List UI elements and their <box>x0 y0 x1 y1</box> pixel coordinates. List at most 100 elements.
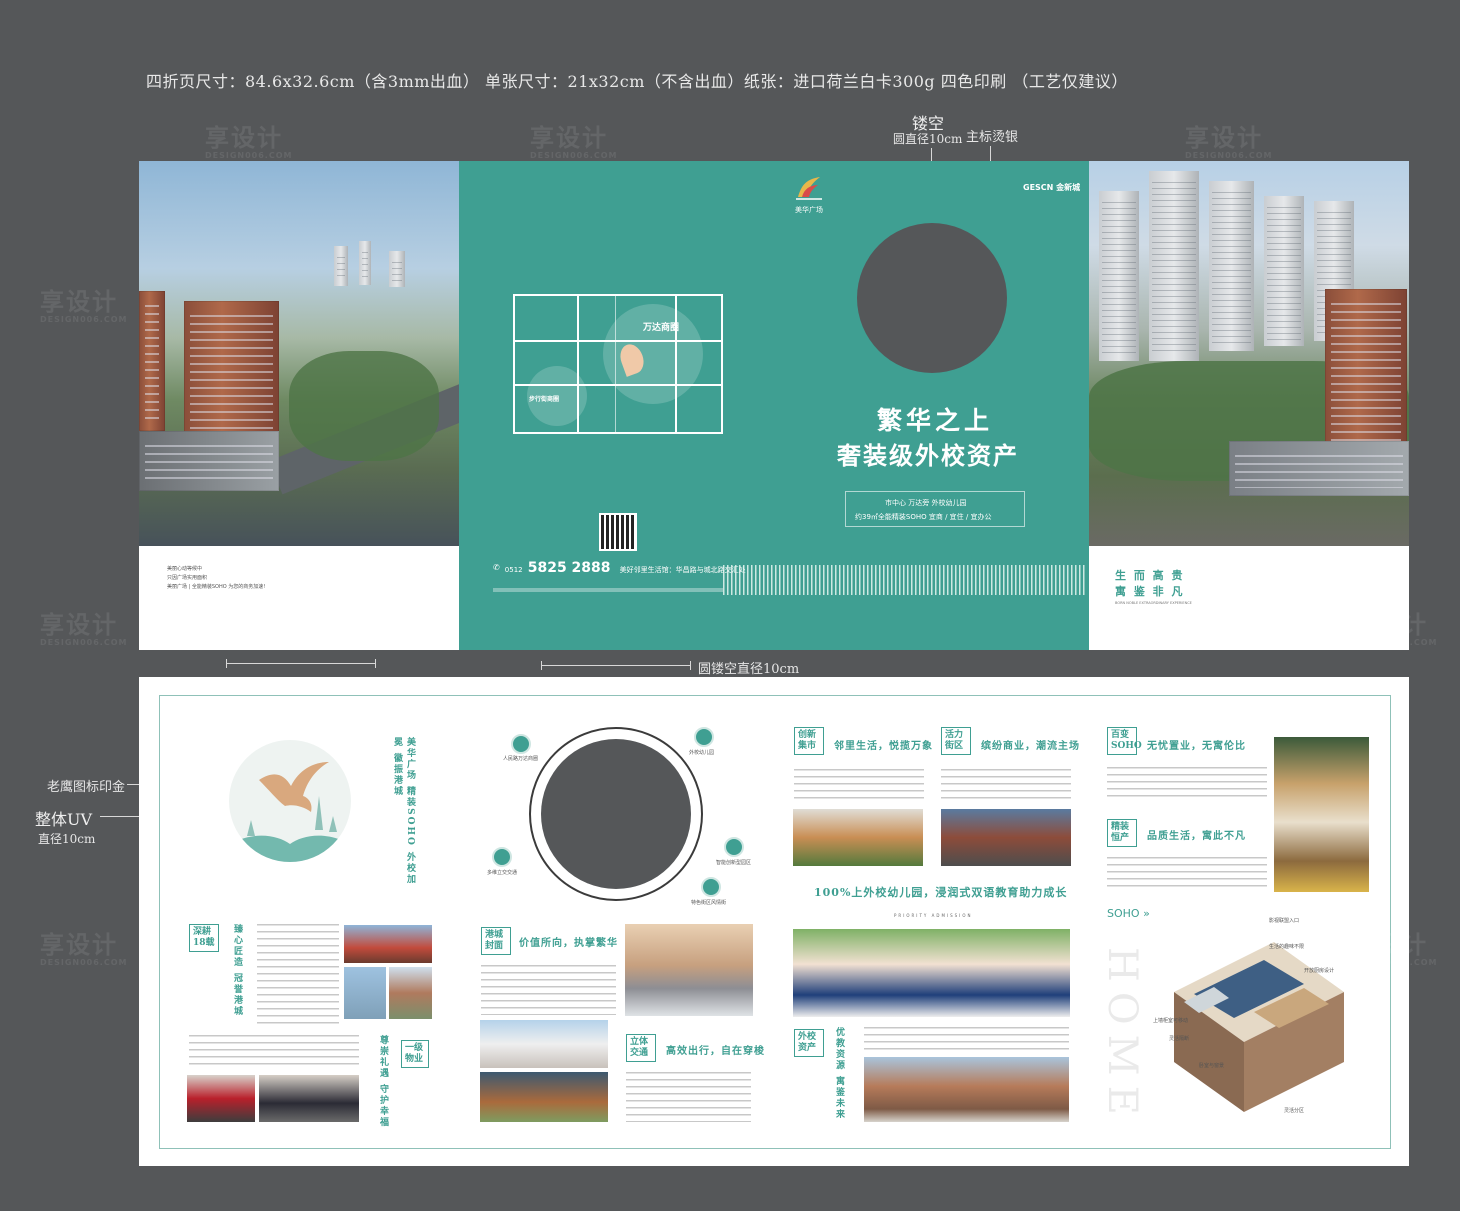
photo-staff <box>187 1075 255 1122</box>
paragraph <box>1107 767 1267 802</box>
photo-mall <box>480 1020 608 1068</box>
watermark: 享设计DESIGN006.COM <box>40 611 128 647</box>
vertical-g: 优教资源 寓鉴未来 <box>834 1027 844 1121</box>
vertical-slogan-1: 美华广场 精装SOHO 外校加冕 徽振港城 <box>392 737 415 885</box>
project-logo: 美华广场 <box>789 175 829 221</box>
outer-right-panel: 生 而 高 贵 寓 鉴 非 凡 BORN NOBLE EXTRAORDINARY… <box>1089 161 1409 650</box>
photo-highspeed-train <box>625 924 753 1016</box>
heading-education: 100%上外校幼儿园，浸润式双语教育助力成长 <box>814 886 1068 899</box>
icon-label: 智能创新型园区 <box>716 860 752 866</box>
aerial-photo-left <box>139 161 459 546</box>
badge-wuye: 一级物业 <box>401 1040 429 1068</box>
phone-icon: ✆ <box>493 563 500 572</box>
paragraph <box>481 965 616 1015</box>
photo-night-street <box>941 809 1071 866</box>
annotation-uv: 整体UV <box>35 810 93 829</box>
annotation-round-hollow: 圆镂空直径10cm <box>698 662 800 677</box>
photo-tower <box>344 967 386 1019</box>
photo-guards <box>259 1075 359 1122</box>
shopping-icon <box>511 734 531 754</box>
paragraph <box>864 1027 1069 1051</box>
annotation-hollow-diameter: 圆直径10cm <box>893 132 963 146</box>
watermark: 享设计DESIGN006.COM <box>205 124 293 160</box>
watermark: 享设计DESIGN006.COM <box>530 124 618 160</box>
annotation-uv-diameter: 直径10cm <box>38 832 96 846</box>
photo-interior <box>1274 737 1369 892</box>
dimension-tick <box>375 659 376 668</box>
heading-c: 价值所向，执掌繁华 <box>519 938 618 949</box>
sub-line-1: 市中心 万达旁 外校幼儿园 <box>885 499 967 507</box>
watermark: 享设计DESIGN006.COM <box>1185 124 1273 160</box>
phone-block: ✆ 0512 5825 2888 美好邻里生活馆：华昌路与城北路交汇处 <box>493 560 746 576</box>
badge-soho: 百变SOHO <box>1107 727 1142 755</box>
outer-left-panel: 美丽心动等候中 只因广场实用面积 美丽广场 | 全能精装SOHO 为您的商务加速… <box>139 161 459 650</box>
floor-plan-isometric <box>1174 942 1344 1112</box>
transport-icon <box>492 847 512 867</box>
home-word: HOME <box>1099 947 1145 1125</box>
plan-note: 开放厨房设计 <box>1304 968 1335 974</box>
heading-d: 高效出行，自在穿梭 <box>666 1046 765 1057</box>
street-icon <box>701 877 721 897</box>
right-slogan-1: 生 而 高 贵 <box>1115 569 1185 582</box>
project-logo-icon <box>796 177 822 200</box>
paragraph <box>189 1035 359 1070</box>
paragraph <box>257 924 339 1024</box>
heading-f: 缤纷商业，潮流主场 <box>981 741 1080 752</box>
paragraph <box>626 1072 751 1122</box>
map-label-wanda: 万达商圈 <box>643 323 680 333</box>
badge-waixiao: 外校资产 <box>794 1029 824 1057</box>
photo-landmark <box>344 925 432 963</box>
soho-tag: SOHO » <box>1107 907 1150 920</box>
headline-1: 繁华之上 <box>877 406 994 435</box>
dimension-tick <box>226 659 227 668</box>
right-slogan-en: BORN NOBLE EXTRAORDINARY EXPERIENCE <box>1115 601 1192 605</box>
paragraph <box>1107 857 1267 892</box>
paragraph <box>794 769 924 804</box>
photo-school-building <box>864 1057 1069 1122</box>
dimension-tick <box>690 661 691 670</box>
vertical-b: 尊崇礼遇 守护幸福 <box>378 1035 388 1129</box>
badge-huoli: 活力街区 <box>941 727 971 755</box>
outer-cover-panel: 美华广场 GESCN 金新城 万达商圈 步行街商圈 ✆ 0512 5825 28… <box>459 161 1089 650</box>
decorative-stripe <box>723 565 1085 595</box>
icon-label: 特色街区风情街 <box>691 900 727 906</box>
spec-text: 四折页尺寸：84.6x32.6cm（含3mm出血） 单张尺寸：21x32cm（不… <box>146 72 1128 91</box>
photo-street <box>480 1072 608 1122</box>
icon-label: 外校幼儿园 <box>689 750 715 756</box>
badge-gangcheng: 港城封面 <box>481 927 511 955</box>
education-en: PRIORITY ADMISSION <box>894 913 973 918</box>
plan-note: 灵活分区 <box>1284 1108 1305 1114</box>
photo-market <box>793 809 923 866</box>
plan-note: 影视联盟入口 <box>1269 918 1300 924</box>
school-icon <box>694 727 714 747</box>
dimension-line <box>226 663 376 664</box>
dimension-tick <box>541 661 542 670</box>
photo-building <box>389 967 432 1019</box>
right-slogan-2: 寓 鉴 非 凡 <box>1115 585 1185 598</box>
plan-note: 生活的趣味不限 <box>1269 944 1305 950</box>
park-icon <box>724 837 744 857</box>
eagle-emblem <box>229 740 351 862</box>
plan-note: 卧室与窗景 <box>1199 1063 1225 1069</box>
annotation-eagle-gold: 老鹰图标印金 <box>47 780 126 795</box>
plan-note: 灵活隔断 <box>1169 1036 1190 1042</box>
gescn-logo: GESCN 金新城 <box>1023 183 1081 192</box>
qr-code <box>599 513 637 551</box>
headline-2: 奢装级外校资产 <box>837 441 1019 470</box>
map-label-buxing: 步行街商圈 <box>529 396 560 403</box>
heading-e: 邻里生活，悦揽万象 <box>834 741 933 752</box>
annotation-logo-silver: 主标烫银 <box>966 130 1019 145</box>
heading-i: 品质生活，寓此不凡 <box>1147 831 1246 842</box>
badge-jingzhuang: 精装恒产 <box>1107 819 1137 847</box>
badge-jiaotong: 立体交通 <box>626 1034 656 1062</box>
plan-note: 上墙柜室可移动 <box>1153 1018 1189 1024</box>
watermark: 享设计DESIGN006.COM <box>40 288 128 324</box>
icon-label: 人民路万达商圈 <box>503 756 539 762</box>
heading-h: 无忧置业，无寓伦比 <box>1147 741 1246 752</box>
inner-spread: 美华广场 精装SOHO 外校加冕 徽振港城 人民路万达商圈 外校幼儿园 多维立交… <box>139 677 1409 1166</box>
photo-students <box>793 929 1070 1017</box>
paragraph <box>941 769 1071 804</box>
die-cut-hole <box>857 223 1007 373</box>
watermark: 享设计DESIGN006.COM <box>40 931 128 967</box>
outer-spread: 美丽心动等候中 只因广场实用面积 美丽广场 | 全能精装SOHO 为您的商务加速… <box>139 161 1409 650</box>
